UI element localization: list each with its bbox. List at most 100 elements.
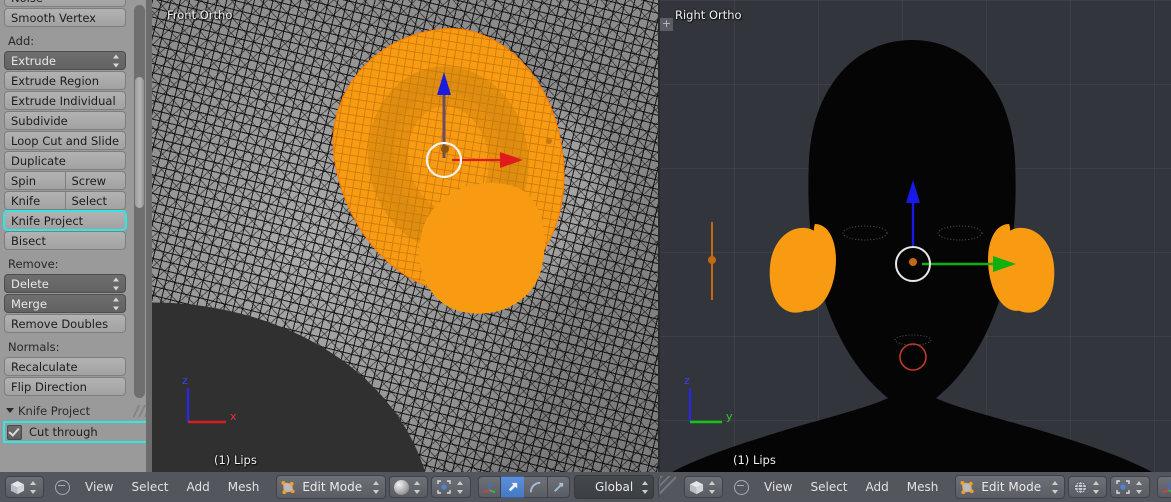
header-left[interactable]: View Select Add Mesh Edit Mode Global	[0, 472, 660, 502]
tool-button-recalculate[interactable]: Recalculate	[4, 357, 126, 376]
translate-manipulator-button[interactable]	[501, 476, 525, 498]
transform-orientation-dropdown-left[interactable]: Global	[574, 475, 655, 499]
header-right[interactable]: View Select Add Mesh Edit Mode	[660, 472, 1171, 502]
menu-view[interactable]: View	[755, 476, 801, 498]
spinner-arrows-icon[interactable]	[113, 297, 120, 310]
tool-dropdown-delete[interactable]: Delete	[4, 274, 126, 293]
tool-button-noise[interactable]: Noise	[4, 0, 126, 7]
tool-button-loop-cut-and-slide[interactable]: Loop Cut and Slide	[4, 131, 126, 150]
gizmo-z-label: z	[684, 374, 690, 387]
cube-icon	[10, 480, 25, 494]
tool-button-knife[interactable]: Knife	[4, 191, 66, 210]
tool-button-subdivide[interactable]: Subdivide	[4, 111, 126, 130]
spinner-arrows-icon[interactable]	[113, 54, 120, 67]
scrollbar-thumb[interactable]	[135, 77, 144, 208]
spinner-arrows-icon[interactable]	[457, 480, 464, 494]
tool-button-bisect[interactable]: Bisect	[4, 231, 126, 250]
tool-row-spin-screw: Spin Screw	[0, 171, 130, 191]
checkbox-cut-through-label: Cut through	[29, 425, 98, 439]
cube-icon	[689, 480, 704, 494]
rotate-manipulator-button[interactable]	[524, 476, 548, 498]
checkbox-cut-through[interactable]: Cut through	[3, 421, 149, 443]
operator-redo-panel: Knife Project Cut through	[0, 402, 152, 472]
resize-grip-icon[interactable]	[128, 405, 148, 417]
selected-vertex-dot	[546, 138, 552, 144]
axis-gizmo-front: z x	[182, 374, 237, 424]
tool-button-spin[interactable]: Spin	[4, 171, 66, 190]
vertex-mode-icon	[281, 480, 295, 494]
tool-dropdown-extrude[interactable]: Extrude	[4, 51, 126, 70]
spinner-arrows-icon[interactable]	[30, 480, 37, 494]
tool-dropdown-delete-label: Delete	[11, 277, 49, 291]
tool-shelf-scrollbar[interactable]	[134, 5, 145, 398]
tool-button-flip-direction[interactable]: Flip Direction	[4, 377, 126, 396]
axis-gizmo-icon	[483, 482, 496, 493]
manipulator-toggle-group-right[interactable]	[1157, 476, 1171, 498]
vertex-mode-icon	[960, 480, 974, 494]
manipulator-y-arrow[interactable]	[993, 256, 1016, 272]
menu-add[interactable]: Add	[178, 476, 219, 498]
tool-dropdown-extrude-label: Extrude	[11, 54, 56, 68]
viewport-right-ortho[interactable]: + z y Right Ortho (1) Lips	[660, 0, 1171, 472]
tool-button-remove-doubles[interactable]: Remove Doubles	[4, 314, 126, 333]
transform-orientation-label: Global	[594, 480, 634, 494]
scale-manipulator-button[interactable]	[547, 476, 571, 498]
tool-dropdown-merge-label: Merge	[11, 297, 47, 311]
menu-view[interactable]: View	[76, 476, 122, 498]
shading-dropdown-left[interactable]	[389, 476, 429, 498]
spinner-arrows-icon[interactable]	[373, 480, 380, 494]
spinner-arrows-icon[interactable]	[1052, 480, 1059, 494]
pivot-center-icon	[437, 480, 451, 494]
menu-mesh[interactable]: Mesh	[219, 476, 269, 498]
spinner-arrows-icon[interactable]	[709, 480, 716, 494]
mode-label-right: Edit Mode	[981, 480, 1042, 494]
axis-gizmo-icon	[1162, 482, 1171, 493]
tool-button-knife-project[interactable]: Knife Project	[3, 210, 127, 231]
blender-window: Noise Smooth Vertex Add: Extrude Extrude…	[0, 0, 1171, 502]
mode-dropdown-right[interactable]: Edit Mode	[955, 475, 1066, 499]
menu-add[interactable]: Add	[857, 476, 898, 498]
menu-mesh[interactable]: Mesh	[898, 476, 948, 498]
triangle-down-icon[interactable]	[6, 408, 14, 413]
pivot-dropdown-left[interactable]	[431, 476, 472, 498]
tool-button-extrude-region[interactable]: Extrude Region	[4, 71, 126, 90]
section-label-add: Add:	[8, 34, 35, 48]
menu-select[interactable]: Select	[122, 476, 177, 498]
spinner-arrows-icon[interactable]	[113, 277, 120, 290]
spinner-arrows-icon[interactable]	[1093, 480, 1100, 494]
menu-select[interactable]: Select	[801, 476, 856, 498]
shading-dropdown-right[interactable]	[1068, 476, 1108, 498]
gizmo-z-label: z	[182, 374, 188, 387]
manipulator-toggle-button[interactable]	[1157, 476, 1171, 498]
gizmo-x-label: x	[230, 410, 237, 423]
spinner-arrows-icon[interactable]	[642, 480, 649, 494]
manipulator-z-arrow[interactable]	[906, 180, 920, 203]
tool-dropdown-merge[interactable]: Merge	[4, 294, 126, 313]
viewport-front-ortho[interactable]: z x Front Ortho (1) Lips	[152, 0, 658, 472]
tool-button-select[interactable]: Select	[65, 191, 126, 210]
operator-panel-title: Knife Project	[18, 404, 91, 418]
tool-button-smooth-vertex[interactable]: Smooth Vertex	[4, 8, 126, 27]
mode-label-left: Edit Mode	[302, 480, 363, 494]
tool-shelf-content: Noise Smooth Vertex Add: Extrude Extrude…	[0, 0, 130, 397]
translate-manipulator-icon	[508, 482, 518, 491]
tool-button-extrude-individual[interactable]: Extrude Individual	[4, 91, 126, 110]
section-label-remove: Remove:	[8, 257, 59, 271]
manipulator-toggle-group-left[interactable]	[478, 476, 571, 498]
tool-button-screw[interactable]: Screw	[65, 171, 126, 190]
manipulator-toggle-button[interactable]	[478, 476, 502, 498]
scale-manipulator-icon	[554, 482, 564, 492]
pivot-dropdown-right[interactable]	[1110, 476, 1151, 498]
area-corner-grip-icon[interactable]	[660, 476, 676, 494]
collapse-menu-icon[interactable]	[734, 479, 749, 495]
spinner-arrows-icon[interactable]	[1136, 480, 1143, 494]
tool-button-duplicate[interactable]: Duplicate	[4, 151, 126, 170]
spinner-arrows-icon[interactable]	[414, 480, 421, 494]
mode-dropdown-left[interactable]: Edit Mode	[276, 475, 387, 499]
editor-type-button-right[interactable]	[684, 476, 723, 498]
editor-type-button-left[interactable]	[5, 476, 44, 498]
collapse-menu-icon[interactable]	[55, 479, 70, 495]
operator-panel-header[interactable]: Knife Project	[0, 402, 152, 420]
wireframe-shading-icon	[1074, 480, 1088, 494]
checkbox-icon[interactable]	[7, 424, 22, 440]
